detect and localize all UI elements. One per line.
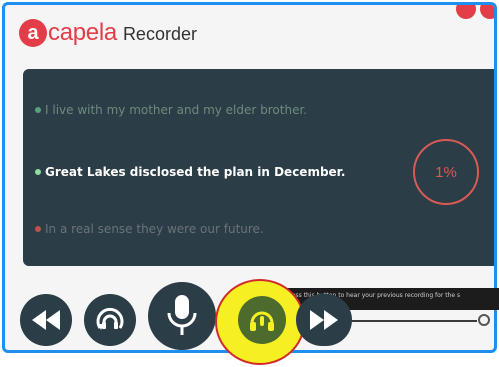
headphones-icon [250, 311, 274, 331]
sentence-text: Great Lakes disclosed the plan in Decemb… [45, 165, 346, 179]
microphone-icon [167, 295, 197, 335]
fast-forward-button[interactable] [296, 294, 352, 346]
record-button[interactable] [148, 282, 216, 350]
sentence-next[interactable]: In a real sense they were our future. [35, 222, 264, 236]
settings-icon[interactable] [478, 314, 490, 326]
app-subtitle: Recorder [122, 24, 197, 44]
status-dot [35, 169, 41, 175]
replay-button[interactable] [84, 294, 136, 346]
progress-track [352, 320, 477, 322]
sentence-previous[interactable]: I live with my mother and my elder broth… [35, 103, 307, 117]
close-button[interactable] [480, 5, 494, 19]
window-controls [456, 5, 494, 19]
logo-text: capela [48, 19, 117, 46]
sentence-text: In a real sense they were our future. [45, 222, 264, 236]
app-logo: a capela Recorder [19, 15, 197, 51]
fast-forward-icon [310, 310, 338, 330]
rewind-button[interactable] [20, 294, 72, 346]
status-dot [35, 107, 41, 113]
logo-mark: a [19, 19, 47, 47]
status-dot [35, 226, 41, 232]
progress-indicator: 1% [413, 139, 479, 205]
sentence-text: I live with my mother and my elder broth… [45, 103, 308, 117]
sentence-current[interactable]: Great Lakes disclosed the plan in Decemb… [35, 165, 345, 179]
sentence-panel: I live with my mother and my elder broth… [23, 69, 494, 266]
replay-icon [96, 307, 124, 330]
minimize-button[interactable] [456, 5, 476, 19]
progress-label: 1% [435, 163, 457, 181]
listen-button[interactable] [238, 296, 286, 344]
rewind-icon [32, 310, 60, 330]
